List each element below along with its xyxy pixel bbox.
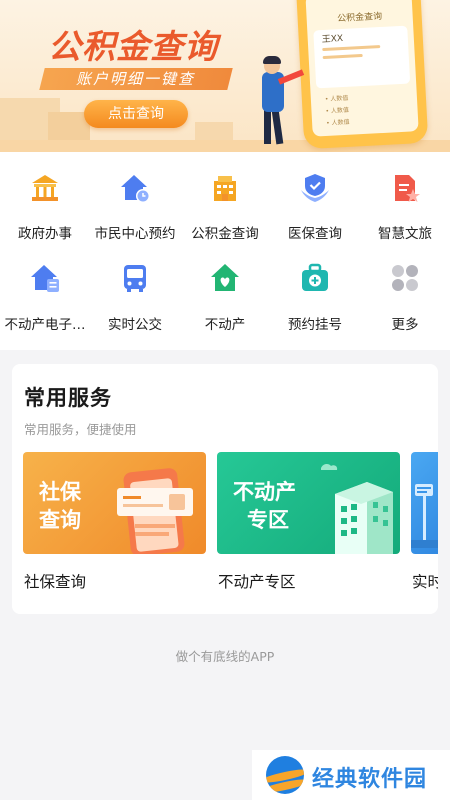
phone-screen: 公积金查询 王XX • 人数值 • 人数值 • 人数值 [305,0,419,137]
medical-kit-icon [302,263,328,291]
banner-subtitle-text: 账户明细一键查 [76,70,196,88]
phone-illustration: 公积金查询 王XX • 人数值 • 人数值 • 人数值 [295,0,429,150]
grid-item-label: 不动产 [204,317,246,333]
grid-item-label: 预约挂号 [288,317,342,333]
banner-subtitle: 账户明细一键查 [39,68,233,90]
service-label[interactable]: 社保查询 [24,570,86,592]
banner-query-button[interactable]: 点击查询 [84,100,188,128]
bottom-line-text: 做个有底线的APP [175,649,275,664]
social-security-banner[interactable]: 社保 查询 [23,452,206,554]
grid-item-more[interactable]: 更多 [360,152,450,333]
phone-name: 王XX [321,33,344,46]
service-grid: 政府办事 市民中心预约 公积金查询 医保查询 智慧文旅 不动产电子… 实时公交 … [0,152,450,350]
service-image-text: 专区 [247,508,289,532]
service-label[interactable]: 实时 [412,570,438,592]
promo-banner[interactable]: 公积金查询 账户明细一键查 点击查询 公积金查询 王XX • 人数值 • 人数值… [0,0,450,152]
grid-item-label: 更多 [391,317,419,333]
common-services-card: 常用服务 常用服务，便捷使用 社保 查询 不动产 专区 社保查询 不动产专区 实… [12,364,438,614]
bus-stop-illustration [411,484,438,548]
phone-document-illustration [117,468,193,554]
watermark-text: 经典软件园 [312,767,428,792]
phone-row: • 人数值 [324,94,349,103]
bus-icon [124,265,146,292]
section-subtitle: 常用服务，便捷使用 [24,422,137,437]
grid-item-appointment[interactable]: 预约挂号 [270,152,360,333]
grid-item-real-estate[interactable]: 不动产 [180,152,270,333]
service-label[interactable]: 不动产专区 [218,570,296,592]
section-title: 常用服务 [24,386,112,410]
grid-item-label: 实时公交 [108,317,162,333]
person-illustration [263,56,281,64]
phone-row: • 人数值 [325,118,350,127]
phone-row: • 人数值 [325,106,350,115]
more-grid-icon [392,265,418,291]
real-estate-zone-banner[interactable]: 不动产 专区 [217,452,400,554]
service-image-text: 不动产 [233,480,296,504]
home-heart-icon [211,264,239,291]
grid-item-property-electronic[interactable]: 不动产电子… [0,152,90,333]
building-illustration [321,463,393,554]
home-document-icon [31,265,59,292]
banner-title: 公积金查询 [48,27,218,66]
service-image-text: 社保 [39,480,81,504]
phone-title: 公积金查询 [336,11,383,25]
watermark-logo-icon [266,756,304,794]
grid-item-label: 不动产电子… [4,317,86,333]
service-image-text: 查询 [39,508,81,532]
watermark: 经典软件园 [252,750,450,800]
person-illustration [264,110,271,144]
grid-item-realtime-bus[interactable]: 实时公交 [90,152,180,333]
realtime-service-banner[interactable] [411,452,438,554]
